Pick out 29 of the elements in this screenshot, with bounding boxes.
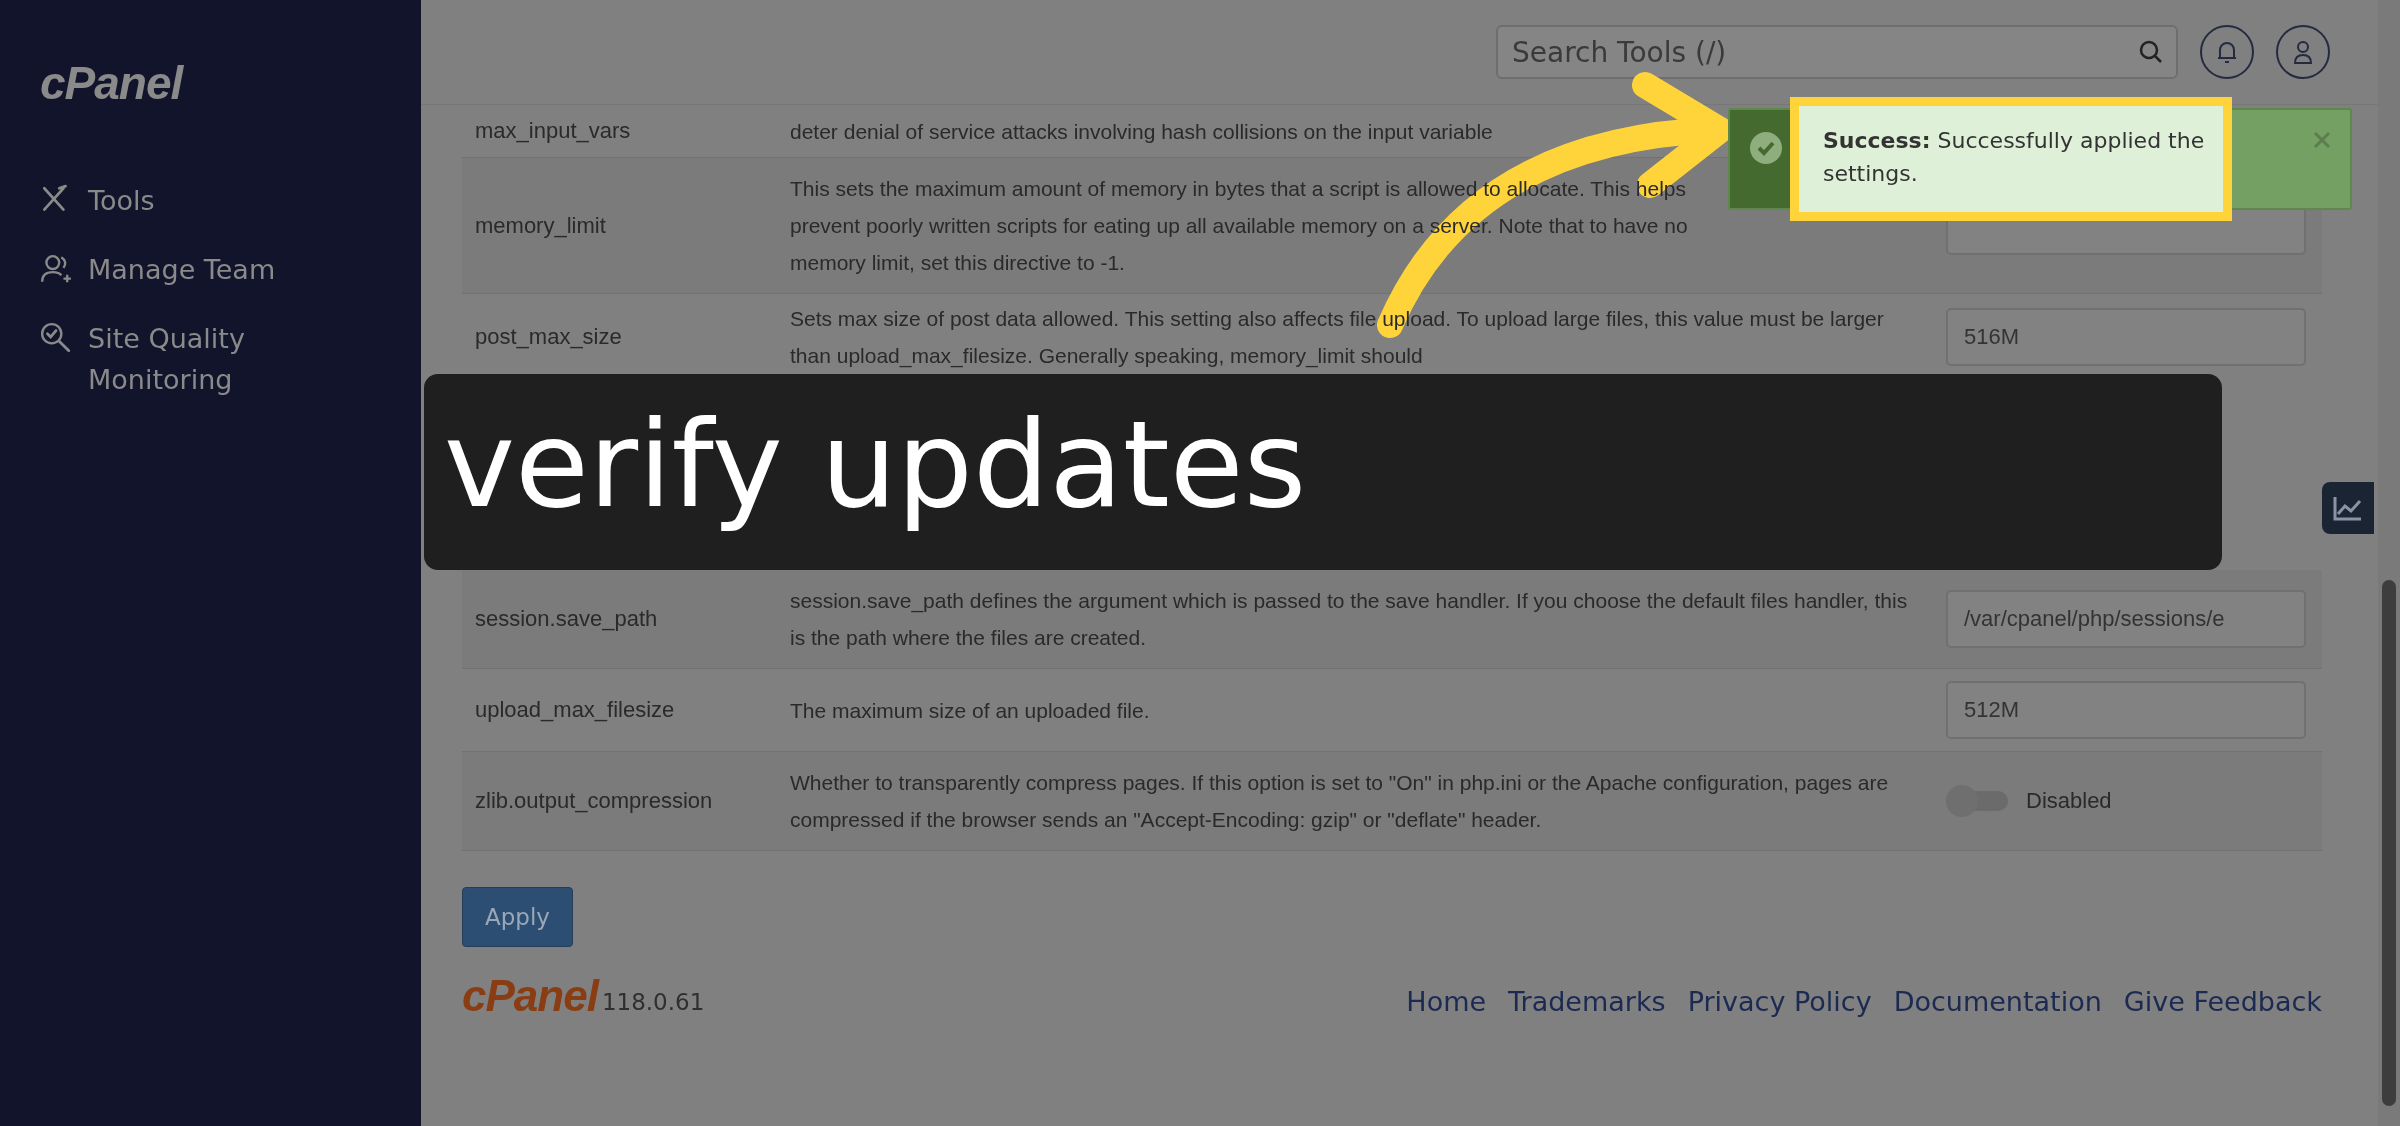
toggle-label: Disabled <box>2026 788 2112 814</box>
setting-name: memory_limit <box>474 212 607 239</box>
sidebar-item[interactable]: Manage Team <box>88 249 276 290</box>
value-field[interactable]: /var/cpanel/php/sessions/e <box>1946 590 2306 648</box>
value-field[interactable]: 512M <box>1946 681 2306 739</box>
setting-name: session.save_path <box>474 606 659 632</box>
toast-message: Success: Successfully applied the settings. <box>1823 128 2205 186</box>
footer-link[interactable]: Privacy Policy <box>1687 986 1872 1017</box>
setting-description: Whether to transparently compress pages. If this option is set to "On" in php.ini or the Apache configuration, pages are compressed if the browser sends an "Accept-Encoding: gzip" or "deflate" header. <box>790 770 1890 833</box>
setting-name: upload_max_filesize <box>474 697 676 723</box>
footer-link[interactable]: Give Feedback <box>2123 986 2322 1017</box>
version-text: 118.0.61 <box>601 989 705 1015</box>
setting-name: max_input_vars <box>474 118 632 144</box>
logo[interactable]: cPanel <box>40 56 183 110</box>
sidebar-item[interactable]: Tools <box>88 180 155 221</box>
setting-description: The maximum size of an uploaded file. <box>790 697 1151 724</box>
setting-name: post_max_size <box>474 324 623 350</box>
setting-description: session.save_path defines the argument which is passed to the save handler. If you choose the default files handler, this is the path where the files are created. <box>790 588 1909 651</box>
value-field[interactable]: 516M <box>1946 308 2306 366</box>
caption-text: verify updates <box>444 405 1307 536</box>
search-field[interactable]: Search Tools (/) <box>1496 25 2178 79</box>
footer-link[interactable]: Trademarks <box>1508 986 1666 1017</box>
footer-link[interactable]: Home <box>1406 986 1487 1017</box>
setting-description: deter denial of service attacks involving hash collisions on the input variable <box>790 118 1494 145</box>
setting-name: zlib.output_compression <box>474 788 714 814</box>
apply-button[interactable]: Apply <box>462 887 573 947</box>
footer-link[interactable]: Documentation <box>1893 986 2102 1017</box>
footer-logo: cPanel <box>462 971 598 1021</box>
sidebar-item[interactable]: Site Quality Monitoring <box>88 318 340 400</box>
